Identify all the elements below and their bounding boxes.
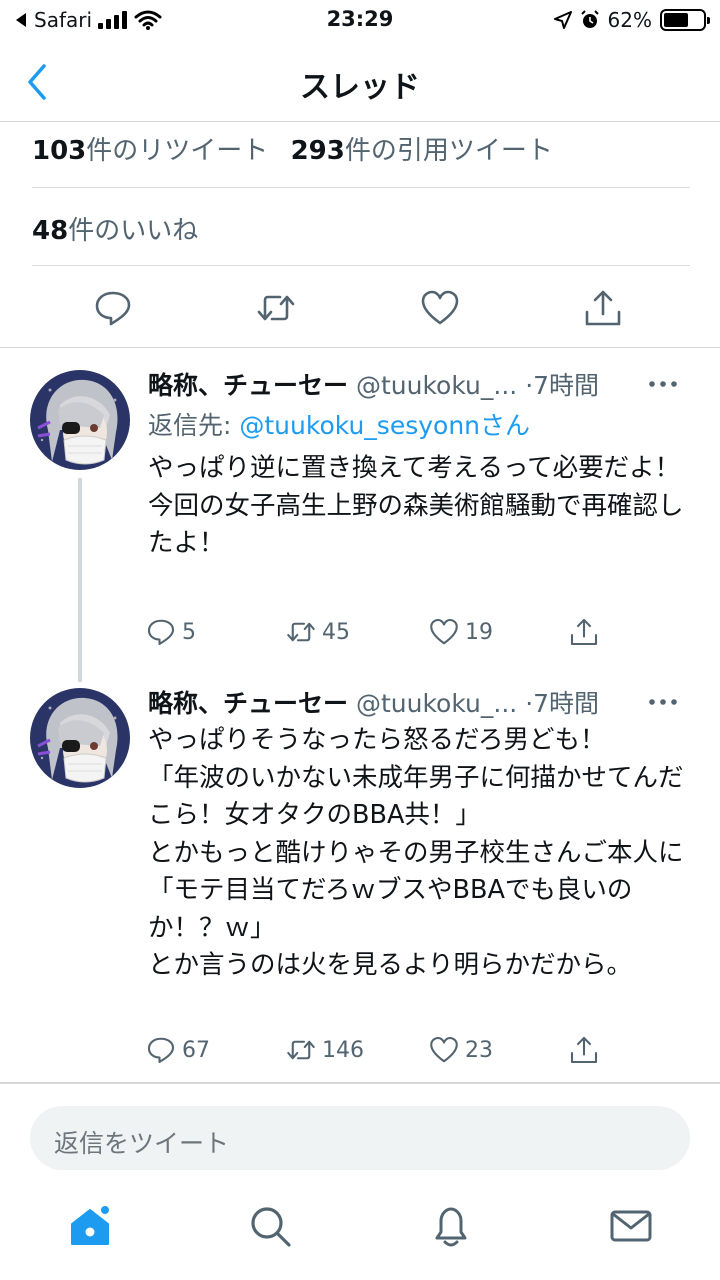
bottom-tab-bar [0, 1190, 720, 1280]
navigation-bar: スレッド [0, 40, 720, 122]
tweet-actions: 67 146 23 [146, 1030, 626, 1070]
like-stat-label: 件のいいね [68, 216, 199, 246]
retweet-icon [287, 1040, 315, 1060]
retweet-button[interactable]: 45 [286, 612, 350, 652]
more-icon[interactable] [648, 380, 678, 388]
battery-fill [664, 13, 688, 27]
tweet-text: やっぱりそうなったら怒るだろ男ども！ 「年波のいかない未成年男子に何描かせてんだ… [148, 725, 684, 980]
reply-tweet-2[interactable]: 略称、チューセー @tuukoku_... ·7時間 やっぱりそうなったら怒るだ… [0, 666, 720, 1080]
reply-placeholder: 返信をツイート [54, 1129, 230, 1158]
avatar[interactable] [30, 688, 130, 788]
battery-cap [707, 17, 710, 24]
quote-stat[interactable]: 293件の引用ツイート [291, 130, 553, 167]
notifications-icon[interactable] [429, 1204, 473, 1248]
retweet-count: 103 [32, 136, 87, 166]
location-arrow-icon [553, 11, 572, 29]
search-icon[interactable] [248, 1204, 292, 1248]
quote-count: 293 [290, 136, 345, 166]
retweet-button[interactable]: 146 [286, 1030, 364, 1070]
like-count: 19 [465, 619, 493, 645]
quote-stat-label: 件の引用ツイート [344, 136, 553, 166]
reply-count: 5 [182, 619, 196, 645]
like-stat[interactable]: 48件のいいね [32, 210, 198, 247]
reply-count: 67 [182, 1037, 210, 1063]
battery-percent: 62% [607, 8, 652, 32]
like-button[interactable]: 23 [429, 1030, 493, 1070]
like-icon [430, 618, 458, 645]
likes-stats-row: 48件のいいね [32, 210, 690, 266]
alarm-icon [580, 10, 599, 28]
retweet-count: 45 [322, 619, 350, 645]
avatar-image [30, 370, 130, 470]
tweet-header: 略称、チューセー @tuukoku_... ·7時間 [148, 366, 708, 402]
reply-handle-link[interactable]: @tuukoku_sesyonnさん [239, 411, 530, 440]
reply-icon[interactable] [93, 288, 133, 328]
retweet-icon[interactable] [256, 288, 296, 328]
divider [0, 1082, 720, 1084]
retweet-stat-label: 件のリツイート [86, 136, 269, 166]
replying-to: 返信先: @tuukoku_sesyonnさん [148, 406, 530, 442]
main-tweet-actions [0, 276, 720, 348]
messages-icon[interactable] [609, 1204, 653, 1248]
more-icon[interactable] [648, 698, 678, 706]
reply-tweet-1[interactable]: 略称、チューセー @tuukoku_... ·7時間 返信先: @tuukoku… [0, 348, 720, 678]
share-icon[interactable] [583, 288, 623, 328]
reply-icon [147, 1037, 175, 1064]
tweet-actions: 5 45 19 [146, 612, 626, 652]
user-handle[interactable]: @tuukoku_... [356, 689, 517, 718]
retweet-icon [287, 622, 315, 642]
thread-connector [78, 478, 82, 682]
reply-handle: @tuukoku_sesyonn [239, 411, 481, 440]
timestamp: 7時間 [533, 371, 600, 400]
reply-button[interactable]: 5 [146, 612, 196, 652]
tweet-text: やっぱり逆に置き換えて考えるって必要だよ！ 今回の女子高生上野の森美術館騒動で再… [148, 453, 684, 558]
like-icon [430, 1036, 458, 1063]
display-name[interactable]: 略称、チューセー [148, 371, 348, 400]
battery-icon [660, 9, 710, 31]
like-icon[interactable] [420, 288, 460, 328]
avatar-image [30, 688, 130, 788]
reply-icon [147, 619, 175, 646]
display-name[interactable]: 略称、チューセー [148, 689, 348, 718]
status-bar-right: 62% [553, 8, 710, 32]
retweet-count: 146 [322, 1037, 364, 1063]
reply-button[interactable]: 67 [146, 1030, 210, 1070]
reply-suffix: さん [480, 411, 531, 440]
like-count: 23 [465, 1037, 493, 1063]
timestamp: 7時間 [533, 689, 600, 718]
share-button[interactable] [569, 612, 599, 652]
user-handle[interactable]: @tuukoku_... [356, 371, 517, 400]
home-icon[interactable] [68, 1204, 112, 1248]
reply-prefix: 返信先: [148, 411, 240, 440]
like-count: 48 [32, 216, 69, 246]
share-icon [570, 1036, 598, 1064]
avatar[interactable] [30, 370, 130, 470]
like-button[interactable]: 19 [429, 612, 493, 652]
engagement-stats-row: 103件のリツイート 293件の引用ツイート [32, 130, 690, 188]
status-bar: Safari 23:29 62% [0, 0, 720, 40]
retweet-stat[interactable]: 103件のリツイート [32, 130, 268, 167]
separator-dot: · [525, 689, 534, 718]
reply-tweet-input[interactable]: 返信をツイート [30, 1106, 690, 1170]
tweet-header: 略称、チューセー @tuukoku_... ·7時間 [148, 684, 708, 720]
separator-dot: · [525, 371, 534, 400]
share-button[interactable] [569, 1030, 599, 1070]
page-title: スレッド [300, 70, 420, 105]
share-icon [570, 618, 598, 646]
